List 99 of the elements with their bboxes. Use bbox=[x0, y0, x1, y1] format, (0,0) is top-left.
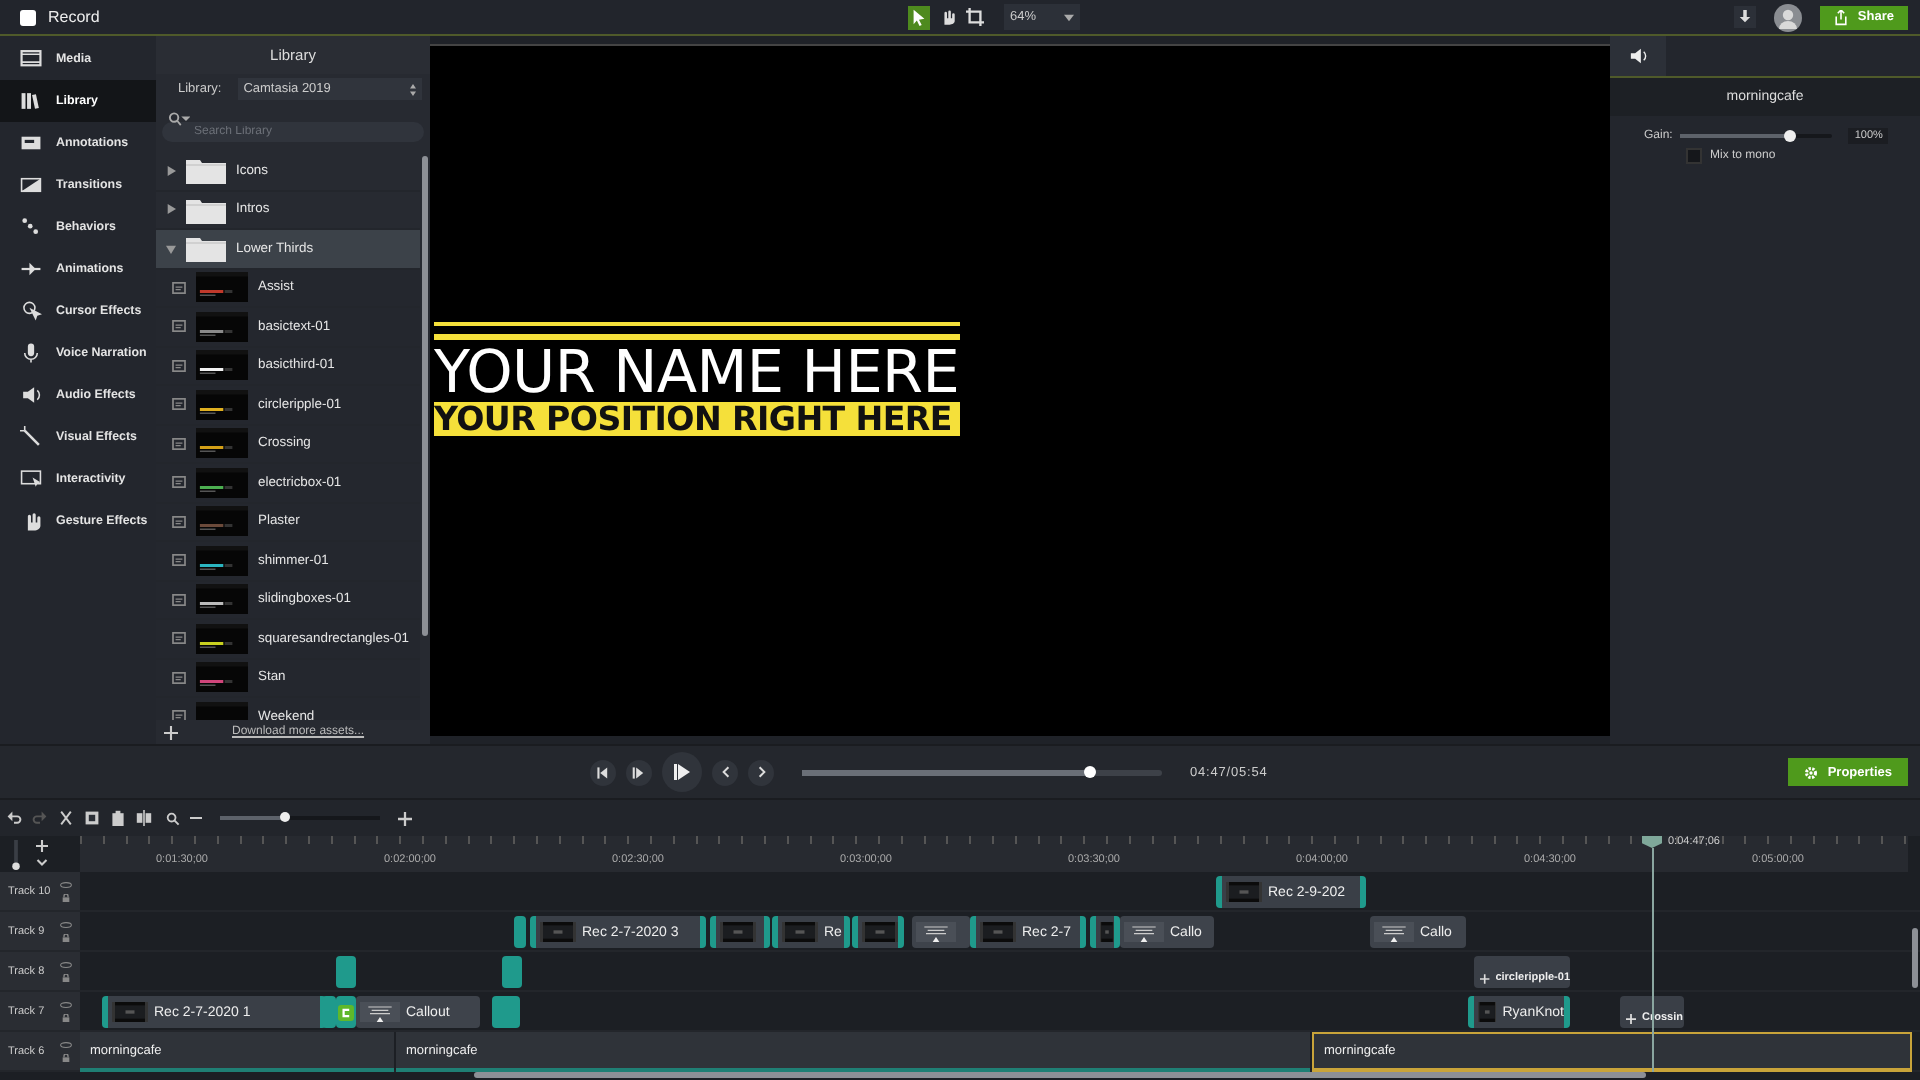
callout-preview-icon bbox=[916, 922, 956, 942]
callout-preview-icon bbox=[1374, 922, 1414, 942]
plus-icon bbox=[1626, 1014, 1636, 1024]
callout-preview-icon bbox=[360, 1002, 400, 1022]
transition-clip[interactable] bbox=[502, 956, 522, 988]
search-icon[interactable] bbox=[166, 811, 180, 825]
transition-clip[interactable] bbox=[492, 996, 520, 1028]
film-icon bbox=[20, 48, 42, 70]
transition-clip[interactable] bbox=[322, 996, 336, 1028]
folder-icon bbox=[186, 156, 226, 185]
scrollbar[interactable] bbox=[474, 1072, 1646, 1078]
plus-icon[interactable] bbox=[36, 840, 48, 852]
lock-icon[interactable] bbox=[62, 893, 70, 901]
eye-icon[interactable] bbox=[60, 921, 72, 927]
preview-icon[interactable] bbox=[172, 710, 186, 720]
audio-tab[interactable] bbox=[1610, 36, 1666, 76]
folder-icon bbox=[186, 234, 226, 263]
subtitle-text: YOUR POSITION RIGHT HERE bbox=[434, 401, 960, 436]
image-clip[interactable] bbox=[336, 996, 356, 1028]
eye-icon[interactable] bbox=[60, 961, 72, 967]
transition-clip[interactable] bbox=[336, 956, 356, 988]
plus-icon[interactable] bbox=[164, 725, 178, 739]
copy-icon[interactable] bbox=[84, 810, 100, 826]
step-back-button[interactable] bbox=[590, 759, 616, 785]
pointer-tool-button[interactable] bbox=[908, 5, 930, 29]
logo-icon bbox=[338, 1003, 354, 1021]
paste-icon[interactable] bbox=[110, 810, 126, 826]
arrow-icon bbox=[20, 258, 42, 280]
eye-icon[interactable] bbox=[60, 881, 72, 887]
microphone-icon bbox=[20, 342, 42, 364]
gear-icon bbox=[1803, 765, 1818, 779]
speaker-icon bbox=[20, 384, 42, 406]
cursor-icon bbox=[20, 300, 42, 322]
slider-icon[interactable] bbox=[12, 839, 20, 869]
step-back-icon bbox=[596, 765, 610, 779]
scrollbar[interactable] bbox=[1912, 928, 1918, 988]
screen-icon bbox=[20, 468, 42, 490]
checkbox[interactable] bbox=[1686, 148, 1702, 164]
step-forward-icon bbox=[632, 765, 646, 779]
search-icon bbox=[168, 111, 190, 125]
preview-icon[interactable] bbox=[172, 593, 186, 606]
preview-icon[interactable] bbox=[172, 281, 186, 294]
record-label[interactable]: Record bbox=[48, 8, 100, 26]
expand-triangle-icon[interactable] bbox=[166, 204, 176, 215]
callout-clip[interactable] bbox=[912, 916, 970, 948]
lock-icon[interactable] bbox=[62, 1053, 70, 1061]
video-clip[interactable] bbox=[1090, 916, 1120, 948]
books-icon bbox=[20, 90, 42, 112]
scissors-icon[interactable] bbox=[58, 810, 74, 826]
eye-icon[interactable] bbox=[60, 1041, 72, 1047]
scrollbar[interactable] bbox=[422, 156, 428, 636]
wand-icon bbox=[20, 426, 42, 448]
zoom-out-icon[interactable] bbox=[190, 812, 202, 824]
preview-icon[interactable] bbox=[172, 476, 186, 489]
callout-preview-icon bbox=[1124, 922, 1164, 942]
caret-icon bbox=[1064, 13, 1075, 21]
speaker-icon bbox=[1628, 46, 1648, 66]
preview-icon[interactable] bbox=[172, 437, 186, 450]
undo-icon[interactable] bbox=[6, 810, 22, 826]
video-clip[interactable] bbox=[852, 916, 904, 948]
preview-icon[interactable] bbox=[172, 359, 186, 372]
zoom-in-icon[interactable] bbox=[398, 811, 412, 825]
folder-icon bbox=[186, 195, 226, 224]
dots-icon bbox=[20, 216, 42, 238]
record-icon[interactable] bbox=[20, 9, 36, 25]
lock-icon[interactable] bbox=[62, 933, 70, 941]
share-icon bbox=[1833, 9, 1848, 25]
step-forward-button[interactable] bbox=[626, 759, 652, 785]
eye-icon[interactable] bbox=[60, 1001, 72, 1007]
preview-icon[interactable] bbox=[172, 398, 186, 411]
download-icon bbox=[1737, 10, 1752, 24]
headline-text: YOUR NAME HERE bbox=[434, 341, 960, 402]
playback-scrubber[interactable] bbox=[802, 769, 1162, 775]
preview-icon[interactable] bbox=[172, 515, 186, 528]
video-clip[interactable] bbox=[710, 916, 770, 948]
callout-icon bbox=[20, 132, 42, 154]
play-button[interactable] bbox=[662, 752, 702, 792]
previous-button[interactable] bbox=[712, 759, 738, 785]
preview-icon[interactable] bbox=[172, 320, 186, 333]
lock-icon[interactable] bbox=[62, 973, 70, 981]
avatar-icon[interactable] bbox=[1773, 3, 1802, 31]
crop-tool-button[interactable] bbox=[964, 5, 986, 29]
transition-icon bbox=[20, 174, 42, 196]
preview-icon[interactable] bbox=[172, 554, 186, 567]
transition-clip[interactable] bbox=[514, 916, 526, 948]
play-icon bbox=[672, 762, 692, 782]
download-button[interactable] bbox=[1733, 6, 1756, 28]
chevron-right-icon bbox=[755, 766, 767, 778]
expand-triangle-icon[interactable] bbox=[166, 165, 176, 176]
preview-icon[interactable] bbox=[172, 632, 186, 645]
updown-icon bbox=[410, 83, 416, 95]
chevron-icon[interactable] bbox=[36, 858, 48, 868]
plus-icon bbox=[1480, 974, 1490, 984]
lock-icon[interactable] bbox=[62, 1013, 70, 1021]
next-button[interactable] bbox=[748, 759, 774, 785]
split-icon[interactable] bbox=[136, 810, 152, 826]
chevron-left-icon bbox=[719, 766, 731, 778]
expand-triangle-icon[interactable] bbox=[166, 243, 176, 254]
preview-icon[interactable] bbox=[172, 671, 186, 684]
